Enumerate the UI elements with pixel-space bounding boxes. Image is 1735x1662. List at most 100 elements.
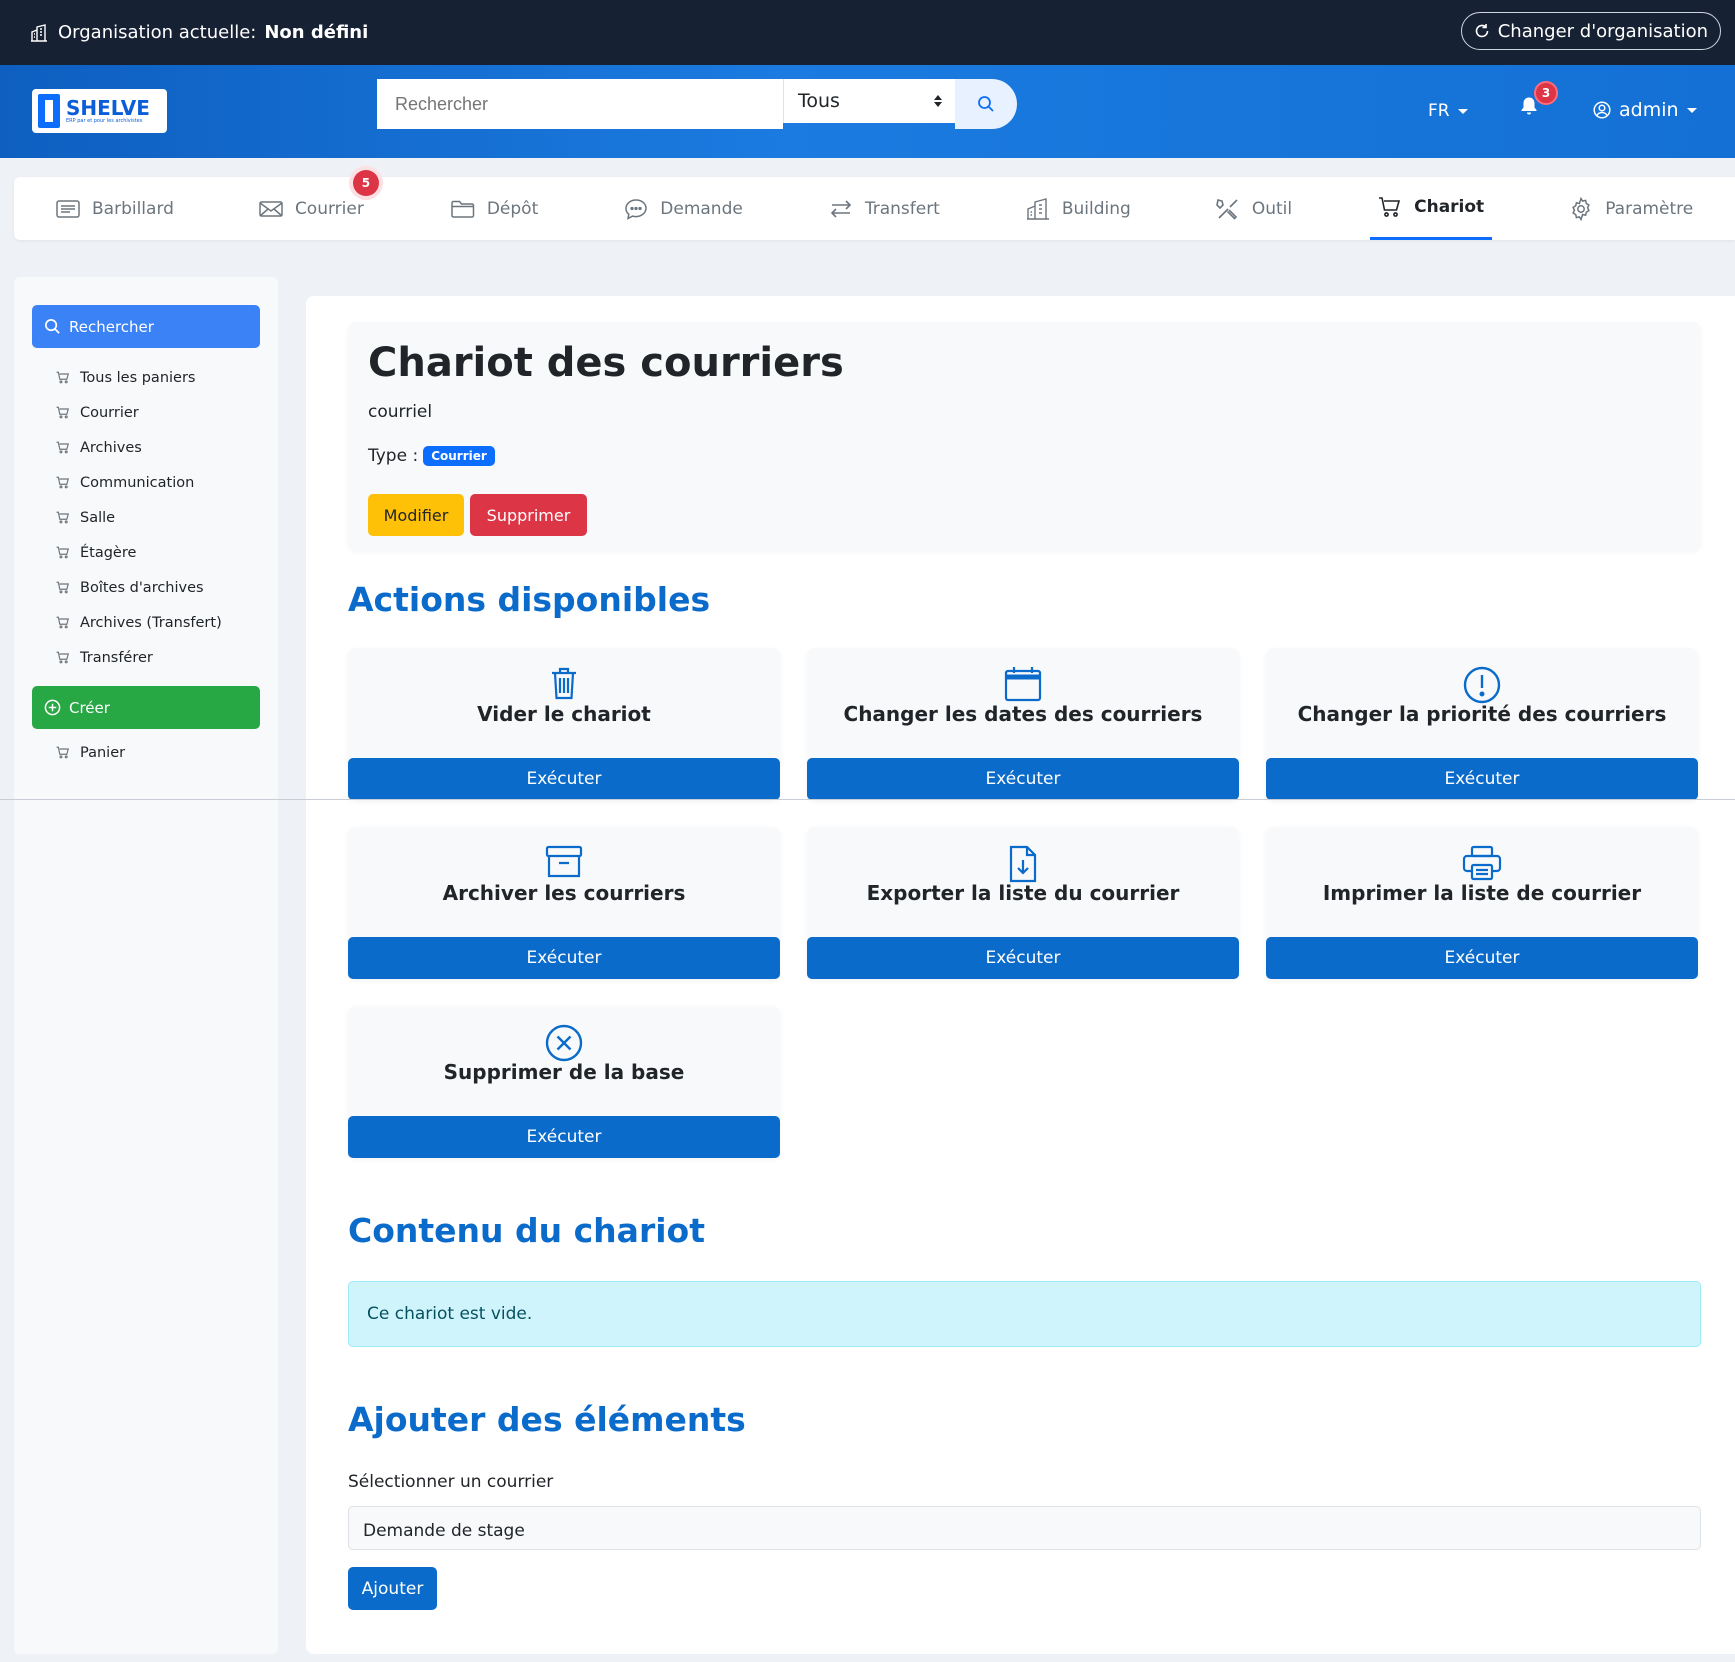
action-label: Exporter la liste du courrier [866, 881, 1180, 905]
action-card-export: Exporter la liste du courrier Exécuter [807, 827, 1239, 979]
change-organisation-button[interactable]: Changer d'organisation [1460, 12, 1721, 50]
transfer-arrows-icon [830, 199, 851, 218]
action-card-change-priority: Changer la priorité des courriers Exécut… [1266, 648, 1698, 800]
action-card-print: Imprimer la liste de courrier Exécuter [1266, 827, 1698, 979]
sidebar-item-panier[interactable]: Panier [56, 735, 125, 770]
gear-icon [1572, 196, 1591, 221]
cart-icon [56, 371, 70, 384]
sidebar-item-label: Courrier [80, 404, 139, 421]
logo-name: SHELVE [66, 96, 150, 120]
execute-button[interactable]: Exécuter [1266, 937, 1698, 979]
tab-demande[interactable]: Demande [624, 177, 743, 240]
cart-icon [56, 651, 70, 664]
action-card-change-dates: Changer les dates des courriers Exécuter [807, 648, 1239, 800]
sidebar-item-tous-les-paniers[interactable]: Tous les paniers [56, 360, 222, 395]
edit-button[interactable]: Modifier [368, 494, 464, 536]
empty-cart-alert: Ce chariot est vide. [348, 1281, 1701, 1347]
sidebar-item-label: Tous les paniers [80, 369, 196, 386]
sidebar-search-button[interactable]: Rechercher [32, 305, 260, 348]
action-card-delete-from-base: Supprimer de la base Exécuter [348, 1006, 780, 1158]
action-label: Changer la priorité des courriers [1297, 702, 1667, 726]
cart-icon [56, 581, 70, 594]
sidebar-item-boites-archives[interactable]: Boîtes d'archives [56, 570, 222, 605]
main-header: SHELVE ERP par et pour les archivistes T… [0, 65, 1735, 158]
user-menu[interactable]: admin [1593, 99, 1697, 121]
search-scope-select[interactable]: Tous [783, 79, 955, 123]
tab-courrier[interactable]: Courrier 5 [259, 170, 379, 240]
sidebar-item-label: Communication [80, 474, 195, 491]
action-label: Imprimer la liste de courrier [1322, 881, 1642, 905]
tab-building[interactable]: Building [1026, 177, 1131, 240]
sidebar-item-transferer[interactable]: Transférer [56, 640, 222, 675]
tab-transfert[interactable]: Transfert [829, 177, 940, 240]
cart-icon [56, 406, 70, 419]
organisation-bar: Organisation actuelle: Non défini Change… [0, 0, 1735, 65]
cart-icon [56, 616, 70, 629]
execute-button[interactable]: Exécuter [348, 937, 780, 979]
archive-box-icon [545, 845, 583, 878]
sidebar-item-etagere[interactable]: Étagère [56, 535, 222, 570]
execute-button[interactable]: Exécuter [348, 758, 780, 800]
language-selector[interactable]: FR [1428, 101, 1468, 121]
divider-line [0, 799, 1735, 800]
tab-label: Barbillard [92, 198, 174, 219]
sidebar-item-archives-transfert[interactable]: Archives (Transfert) [56, 605, 222, 640]
sidebar-item-label: Boîtes d'archives [80, 579, 204, 596]
sidebar-item-courrier[interactable]: Courrier [56, 395, 222, 430]
global-search: Tous [377, 79, 1017, 129]
cart-icon [56, 511, 70, 524]
sidebar-item-communication[interactable]: Communication [56, 465, 222, 500]
action-label: Supprimer de la base [443, 1060, 685, 1084]
user-name: admin [1619, 99, 1679, 121]
type-badge: Courrier [423, 446, 495, 466]
folder-icon [451, 200, 475, 218]
org-label: Organisation actuelle: [58, 22, 257, 43]
add-button[interactable]: Ajouter [348, 1567, 437, 1610]
building-icon [30, 23, 48, 42]
search-input[interactable] [377, 79, 783, 129]
plus-circle-icon [44, 699, 61, 716]
shelve-logo[interactable]: SHELVE ERP par et pour les archivistes [32, 89, 167, 133]
cart-icon [56, 476, 70, 489]
exclamation-circle-icon [1463, 666, 1501, 704]
tab-barbillard[interactable]: Barbillard [56, 177, 174, 240]
sidebar-create-button[interactable]: Créer [32, 686, 260, 729]
action-label: Changer les dates des courriers [843, 702, 1203, 726]
search-button[interactable] [955, 79, 1017, 129]
tab-label: Building [1061, 198, 1131, 219]
content-section-title: Contenu du chariot [348, 1211, 705, 1250]
sidebar-item-salle[interactable]: Salle [56, 500, 222, 535]
sidebar-item-label: Étagère [80, 544, 137, 561]
add-section-title: Ajouter des éléments [348, 1400, 746, 1439]
sort-arrows-icon [934, 95, 942, 107]
execute-button[interactable]: Exécuter [807, 937, 1239, 979]
tab-label: Demande [660, 198, 743, 219]
user-circle-icon [1593, 101, 1611, 119]
notification-count-badge: 3 [1534, 81, 1558, 105]
courrier-select[interactable]: Demande de stage [348, 1506, 1701, 1550]
cart-icon [56, 546, 70, 559]
x-circle-icon [545, 1024, 583, 1062]
execute-button[interactable]: Exécuter [807, 758, 1239, 800]
tab-outil[interactable]: Outil [1215, 177, 1292, 240]
sidebar-create-label: Créer [69, 698, 110, 717]
sidebar-create-list: Panier [56, 735, 125, 770]
sidebar-item-archives[interactable]: Archives [56, 430, 222, 465]
search-scope-value: Tous [798, 90, 840, 112]
printer-icon [1462, 845, 1502, 881]
tab-parametre[interactable]: Paramètre [1569, 177, 1693, 240]
execute-button[interactable]: Exécuter [1266, 758, 1698, 800]
execute-button[interactable]: Exécuter [348, 1116, 780, 1158]
bulletin-icon [56, 199, 80, 218]
tab-label: Transfert [864, 198, 940, 219]
tab-depot[interactable]: Dépôt [451, 177, 538, 240]
trash-icon [552, 667, 576, 700]
tools-icon [1215, 198, 1238, 220]
delete-button[interactable]: Supprimer [470, 494, 587, 536]
calendar-icon [1004, 667, 1042, 702]
tab-chariot[interactable]: Chariot [1370, 177, 1493, 240]
cart-summary-card: Chariot des courriers courriel Type : Co… [348, 322, 1701, 550]
building-icon [1026, 197, 1049, 220]
search-icon [45, 319, 60, 334]
sidebar-item-label: Archives [80, 439, 142, 456]
